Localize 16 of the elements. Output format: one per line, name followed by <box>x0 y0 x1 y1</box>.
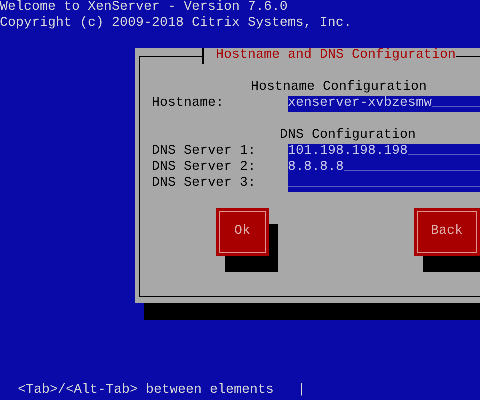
input-field[interactable]: 8.8.8.8_________________ <box>288 160 480 176</box>
section-heading: DNS Configuration <box>280 128 416 144</box>
dialog-button[interactable]: Back <box>414 208 480 256</box>
section-heading: Hostname Configuration <box>251 80 427 96</box>
header-line: Copyright (c) 2009-2018 Citrix Systems, Inc. <box>0 16 352 32</box>
field-label: DNS Server 3: <box>152 176 257 192</box>
help-line: <Tab>/<Alt-Tab> between elements | <box>18 383 306 399</box>
input-field[interactable]: 101.198.198.198_________ <box>288 144 480 160</box>
field-label: Hostname: <box>152 96 225 112</box>
dialog-title: Hostname and DNS Configuration <box>202 48 456 64</box>
input-field[interactable]: xenserver-xvbzesmw______ <box>288 96 480 112</box>
dialog-button[interactable]: Ok <box>216 208 269 256</box>
field-label: DNS Server 1: <box>152 144 257 160</box>
input-field[interactable]: ________________________ <box>288 176 480 192</box>
header-line: Welcome to XenServer - Version 7.6.0 <box>0 0 288 16</box>
field-label: DNS Server 2: <box>152 160 257 176</box>
